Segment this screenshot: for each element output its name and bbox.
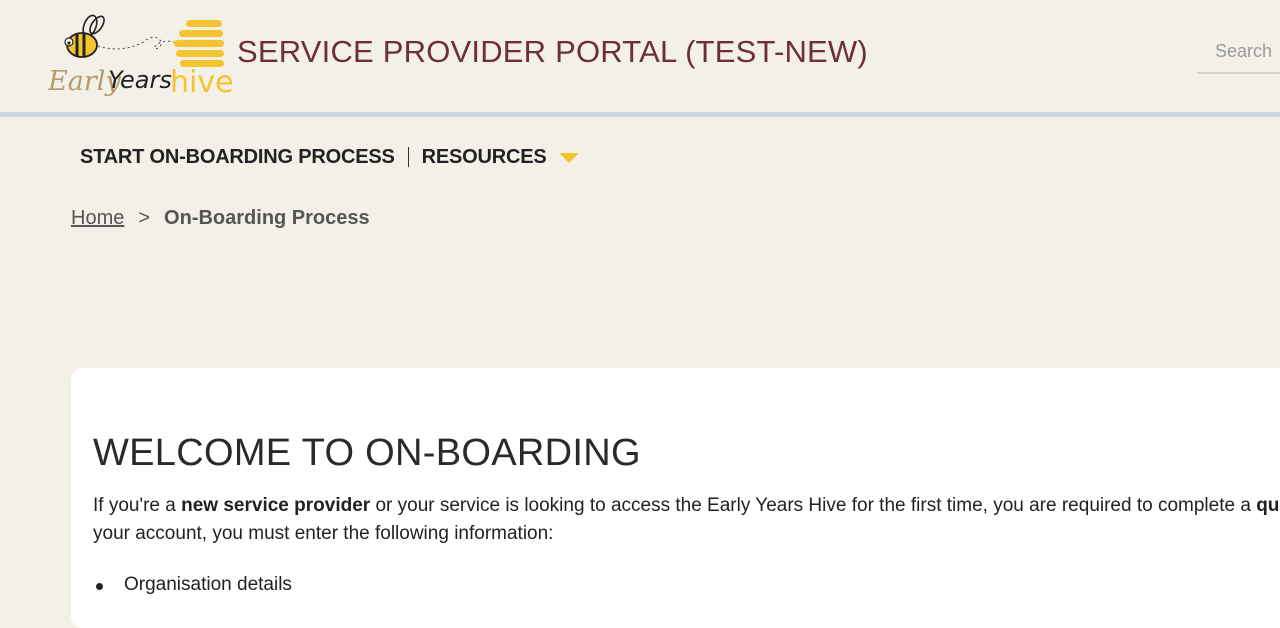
hive-icon: [174, 20, 224, 67]
intro-bold-quick: quick: [1256, 495, 1280, 516]
logo-text-years: Years: [108, 66, 172, 94]
content-card: WELCOME TO ON-BOARDING If you're a new s…: [71, 368, 1280, 628]
intro-text: or your service is looking to access the…: [370, 495, 1257, 516]
intro-text: your account, you must enter the followi…: [93, 523, 554, 544]
intro-bold-new-provider: new service provider: [181, 495, 371, 516]
main-nav: START ON-BOARDING PROCESS RESOURCES: [80, 143, 579, 171]
nav-start-onboarding[interactable]: START ON-BOARDING PROCESS: [80, 146, 395, 169]
search-input[interactable]: [1197, 30, 1280, 74]
logo-text-hive: hive: [170, 65, 234, 100]
site-header: Early Years hive SERVICE PROVIDER PORTAL…: [0, 0, 1280, 112]
required-info-list: Organisation details: [93, 574, 292, 596]
early-years-hive-logo[interactable]: Early Years hive: [46, 8, 236, 104]
breadcrumb-home-link[interactable]: Home: [71, 207, 124, 229]
intro-text: If you're a: [93, 495, 182, 516]
breadcrumb-current: On-Boarding Process: [164, 207, 370, 229]
header-divider: [0, 112, 1280, 117]
nav-separator: [407, 147, 409, 167]
breadcrumb-separator: >: [138, 207, 151, 229]
nav-resources[interactable]: RESOURCES: [422, 146, 547, 169]
chevron-down-icon[interactable]: [558, 153, 579, 163]
breadcrumb: Home > On-Boarding Process: [71, 207, 370, 230]
page-title: WELCOME TO ON-BOARDING: [93, 432, 641, 474]
intro-paragraph: If you're a new service provider or your…: [93, 492, 1280, 548]
list-item: Organisation details: [93, 574, 292, 596]
portal-title: SERVICE PROVIDER PORTAL (TEST-NEW): [237, 34, 868, 69]
